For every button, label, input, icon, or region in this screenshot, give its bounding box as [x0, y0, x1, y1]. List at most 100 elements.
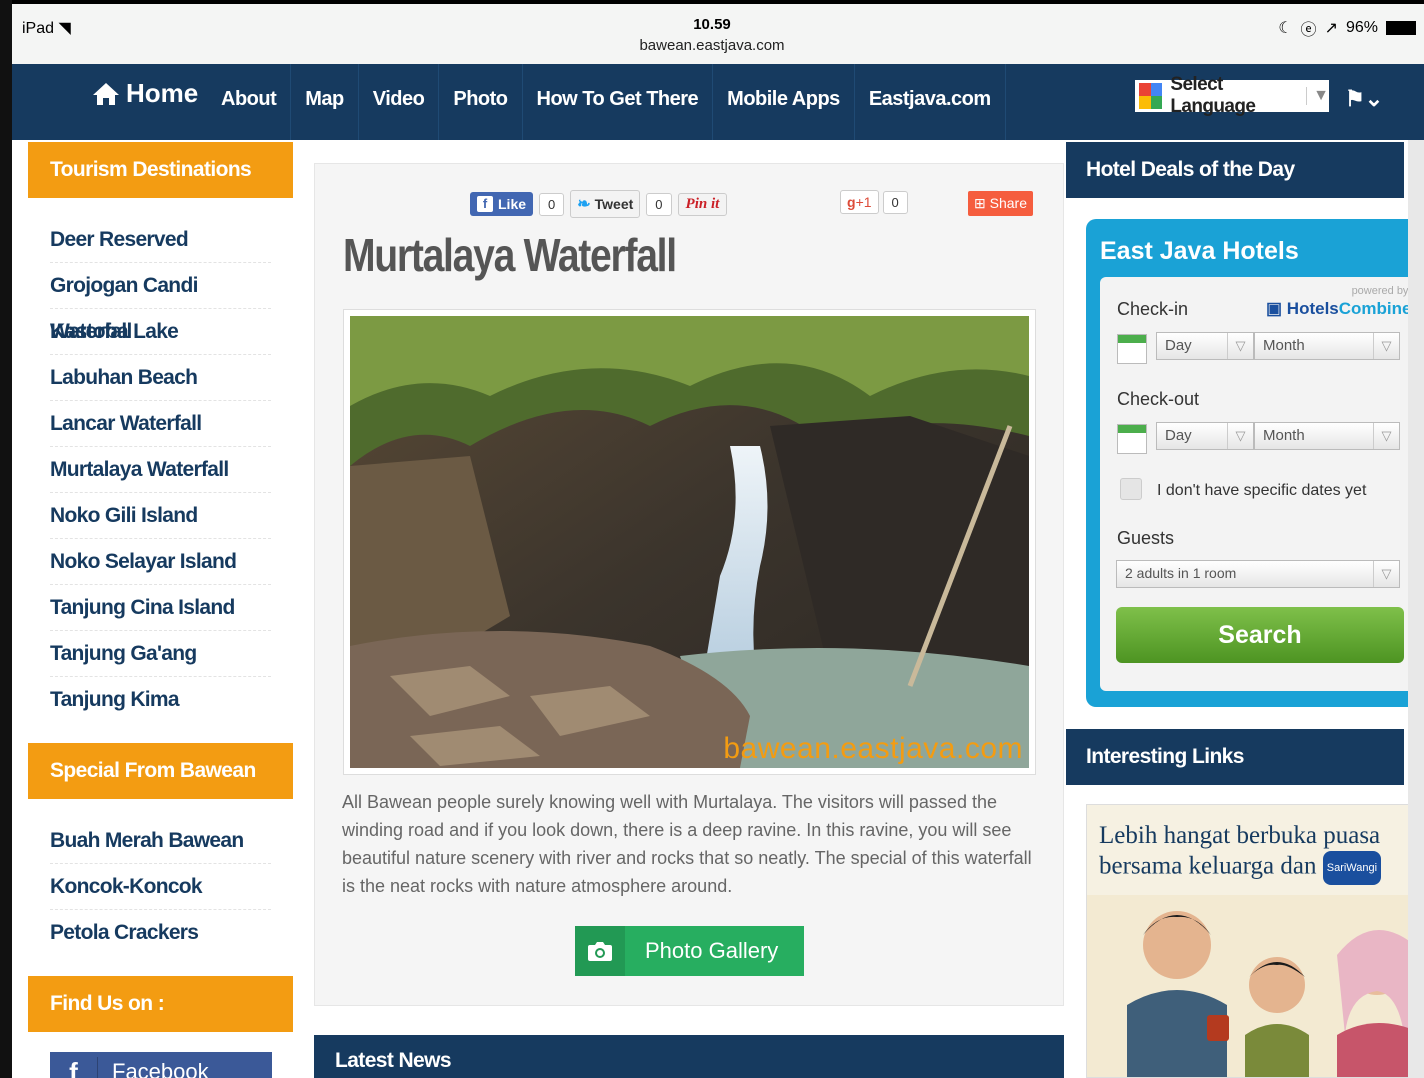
like-label: Like — [498, 196, 527, 212]
rotation-lock-icon: ⓔ — [1300, 22, 1317, 39]
special-list: Buah Merah Bawean Koncok-Koncok Petola C… — [28, 818, 293, 956]
guests-label: Guests — [1117, 528, 1175, 548]
nav-map[interactable]: Map — [291, 64, 359, 140]
advertisement[interactable]: Lebih hangat berbuka puasa bersama kelua… — [1086, 804, 1424, 1078]
list-item[interactable]: Petola Crackers — [50, 910, 271, 956]
list-item[interactable]: Noko Selayar Island — [50, 539, 271, 585]
nav-mobile-apps[interactable]: Mobile Apps — [713, 64, 855, 140]
pin-it-button[interactable]: Pin it — [677, 192, 728, 216]
photo-gallery-button[interactable]: Photo Gallery — [575, 926, 804, 976]
search-button[interactable]: Search — [1116, 607, 1404, 663]
page-scrollbar[interactable] — [1408, 140, 1424, 1078]
plus-icon: ⊞ — [974, 195, 986, 211]
nav-home-label: Home — [126, 78, 199, 108]
nav-photo[interactable]: Photo — [439, 64, 523, 140]
ad-line-2: bersama keluarga dan — [1099, 852, 1317, 880]
no-dates-label[interactable]: I don't have specific dates yet — [1157, 482, 1366, 500]
nav-about[interactable]: About — [207, 64, 292, 140]
main-nav: Home About Map Video Photo How To Get Th… — [0, 64, 1424, 140]
flag-menu-icon[interactable]: ⚑⌄ — [1345, 86, 1383, 112]
nav-how-to-get-there[interactable]: How To Get There — [523, 64, 714, 140]
list-item[interactable]: Lancar Waterfall — [50, 401, 271, 447]
tweet-button[interactable]: ❧ Tweet — [570, 190, 641, 218]
calendar-icon[interactable] — [1117, 424, 1147, 454]
tourism-list: Deer Reserved Grojogan Candi Waterfall K… — [28, 217, 293, 723]
nav-video[interactable]: Video — [359, 64, 440, 140]
battery-icon — [1386, 21, 1416, 35]
battery-percent: 96% — [1345, 19, 1378, 36]
tweet-label: Tweet — [594, 196, 634, 212]
list-item[interactable]: Buah Merah Bawean — [50, 818, 271, 864]
guests-select[interactable]: 2 adults in 1 room ▽ — [1116, 560, 1400, 588]
share-label: Share — [989, 195, 1027, 211]
checkout-day-select[interactable]: Day ▽ — [1156, 422, 1254, 450]
google-translate-icon — [1139, 83, 1163, 109]
waterfall-photo[interactable]: bawean.eastjava.com — [350, 316, 1029, 768]
list-item[interactable]: Noko Gili Island — [50, 493, 271, 539]
share-button[interactable]: ⊞ Share — [968, 191, 1033, 216]
ad-brand-badge: SariWangi — [1322, 851, 1382, 885]
chevron-down-icon: ▽ — [1373, 333, 1399, 359]
status-bar: iPad ◥ 10.59 bawean.eastjava.com ☾ ⓔ ↗ 9… — [0, 0, 1424, 64]
facebook-icon: f — [477, 196, 493, 212]
no-dates-checkbox[interactable] — [1120, 478, 1142, 500]
hotel-search-widget: East Java Hotels powered by ▣ HotelsComb… — [1086, 219, 1424, 707]
list-item[interactable]: Grojogan Candi Waterfall — [50, 263, 271, 343]
list-item[interactable]: Tanjung Ga'ang — [50, 631, 271, 677]
nav-eastjava[interactable]: Eastjava.com — [855, 64, 1006, 140]
facebook-icon: f — [50, 1056, 98, 1078]
language-select[interactable]: Select Language ▼ — [1135, 74, 1329, 117]
nav-home[interactable]: Home — [92, 78, 198, 109]
list-item[interactable]: Koncok-Koncok — [50, 864, 271, 910]
gplus-group: g+1 0 — [840, 190, 908, 214]
gplus-label: +1 — [855, 194, 872, 210]
waterfall-image — [350, 316, 1029, 768]
chevron-down-icon: ▽ — [1373, 561, 1399, 587]
chevron-down-icon: ▽ — [1227, 333, 1253, 359]
hotelscombined-icon: ▣ — [1266, 299, 1283, 318]
checkout-month-select[interactable]: Month ▽ — [1254, 422, 1400, 450]
waterfall-photo-frame: bawean.eastjava.com — [343, 309, 1036, 775]
list-item[interactable]: Kastoba Lake — [50, 309, 271, 355]
widget-form: powered by ▣ HotelsCombined Check-in Day… — [1100, 277, 1424, 691]
list-item[interactable]: Tanjung Kima — [50, 677, 271, 723]
calendar-icon[interactable] — [1117, 334, 1147, 364]
special-heading: Special From Bawean — [28, 743, 293, 799]
page-title: Murtalaya Waterfall — [343, 229, 677, 281]
checkin-month-value: Month — [1263, 337, 1305, 354]
checkout-month-value: Month — [1263, 427, 1305, 444]
checkin-day-select[interactable]: Day ▽ — [1156, 332, 1254, 360]
status-right: ☾ ⓔ ↗ 96% — [1278, 16, 1416, 40]
brand-hotels: Hotels — [1286, 299, 1339, 318]
ad-line-1: Lebih hangat berbuka puasa — [1099, 822, 1381, 849]
gplus-button[interactable]: g+1 — [840, 190, 879, 214]
checkout-day-value: Day — [1165, 427, 1192, 444]
gplus-icon: g — [847, 194, 856, 210]
facebook-like-button[interactable]: f Like — [470, 192, 534, 216]
checkin-label: Check-in — [1117, 299, 1189, 319]
twitter-bird-icon: ❧ — [577, 196, 591, 213]
find-us-heading: Find Us on : — [28, 976, 293, 1032]
tourism-destinations-heading: Tourism Destinations — [28, 142, 293, 198]
home-icon — [93, 82, 119, 105]
list-item[interactable]: Labuhan Beach — [50, 355, 271, 401]
widget-title: East Java Hotels — [1100, 237, 1299, 265]
list-item[interactable]: Deer Reserved — [50, 217, 271, 263]
ad-text: Lebih hangat berbuka puasa bersama kelua… — [1099, 821, 1382, 885]
gplus-count: 0 — [882, 190, 908, 214]
gallery-label: Photo Gallery — [645, 938, 779, 963]
checkin-month-select[interactable]: Month ▽ — [1254, 332, 1400, 360]
list-item[interactable]: Murtalaya Waterfall — [50, 447, 271, 493]
screen-edge — [0, 0, 12, 1078]
dropdown-arrow-icon: ▼ — [1306, 87, 1329, 105]
location-icon: ↗ — [1324, 20, 1338, 37]
address-bar[interactable]: bawean.eastjava.com — [0, 37, 1424, 54]
nav-items: About Map Video Photo How To Get There M… — [207, 64, 1006, 140]
article-description: All Bawean people surely knowing well wi… — [342, 792, 1032, 896]
tweet-count: 0 — [646, 192, 672, 216]
facebook-button[interactable]: f Facebook — [50, 1052, 272, 1078]
hotelscombined-logo: ▣ HotelsCombined — [1266, 299, 1422, 319]
photo-watermark: bawean.eastjava.com — [723, 732, 1023, 765]
list-item[interactable]: Tanjung Cina Island — [50, 585, 271, 631]
chevron-down-icon: ▽ — [1373, 423, 1399, 449]
